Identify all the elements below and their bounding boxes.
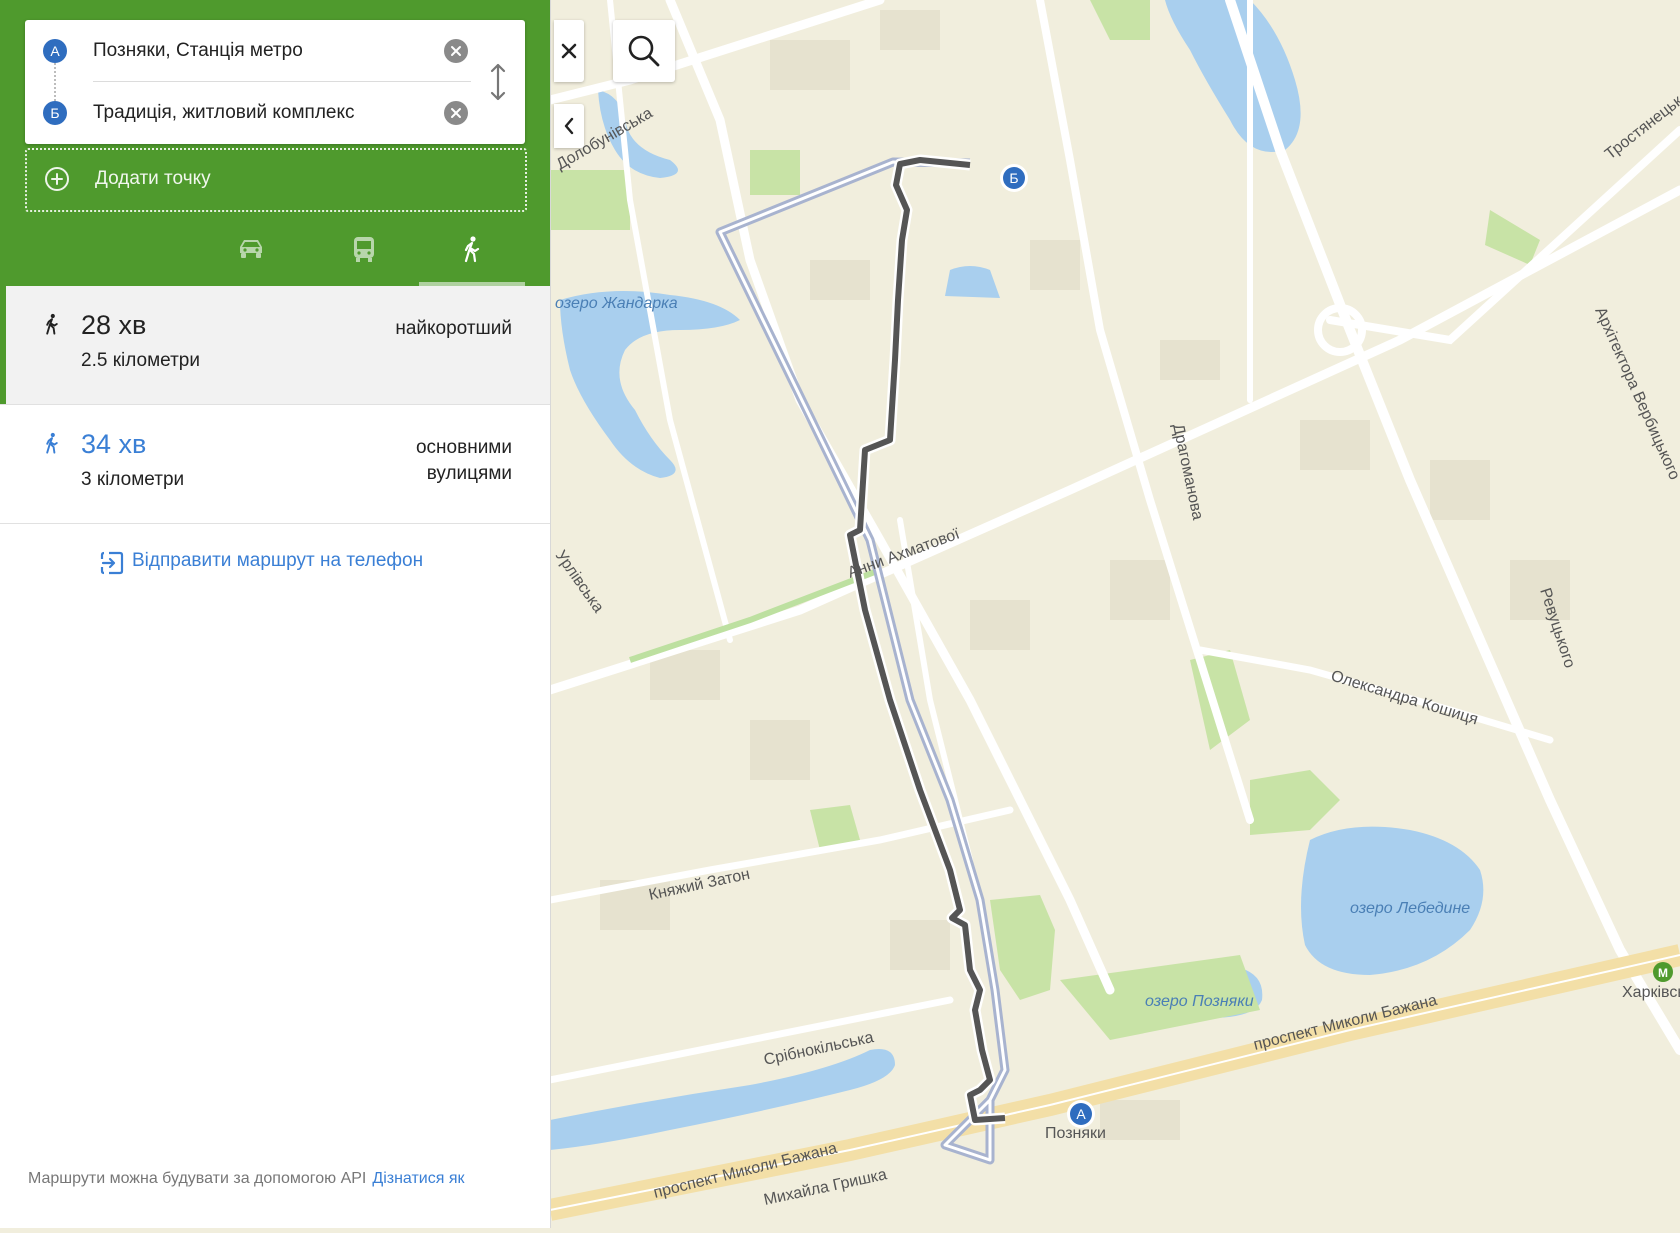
route-tag-line: вулицями	[426, 463, 512, 484]
block	[880, 10, 940, 50]
block	[1110, 560, 1170, 620]
close-route-button[interactable]	[554, 20, 584, 82]
chevron-left-icon	[564, 117, 574, 135]
map-search-button[interactable]	[613, 20, 675, 82]
bus-icon	[354, 237, 374, 262]
block	[1300, 420, 1370, 470]
api-learn-more-link[interactable]: Дізнатися як	[372, 1170, 464, 1187]
tab-car[interactable]	[198, 226, 304, 286]
clear-origin-button[interactable]	[444, 39, 468, 63]
car-icon	[240, 240, 262, 258]
metro-letter: M	[1658, 966, 1668, 980]
block	[810, 260, 870, 300]
api-note: Маршрути можна будувати за допомогою API…	[28, 1170, 465, 1188]
send-to-phone-label: Відправити маршрут на телефон	[132, 550, 424, 571]
walk-icon	[46, 313, 58, 335]
tab-public-transport[interactable]	[311, 226, 417, 286]
route-time: 28 хв	[81, 310, 147, 340]
route-tag-line: основними	[415, 437, 512, 458]
park-small	[750, 150, 800, 195]
marker-b[interactable]: Б	[1000, 164, 1028, 192]
route-time: 34 хв	[81, 429, 147, 459]
destination-marker: Б	[43, 101, 67, 125]
swap-waypoints-button[interactable]	[483, 62, 513, 102]
block	[1100, 1100, 1180, 1140]
add-point-button[interactable]: Додати точку	[25, 148, 527, 212]
search-icon	[628, 35, 660, 67]
block	[1160, 340, 1220, 380]
map-svg[interactable]: Б А M озеро Жандарка озеро Лебедине озер…	[545, 0, 1680, 1228]
api-note-text: Маршрути можна будувати за допомогою API	[28, 1170, 367, 1187]
route-tag: основними вулицями	[312, 435, 512, 487]
route-distance: 2.5 кілометри	[81, 350, 200, 371]
plus-circle-icon	[45, 167, 69, 191]
lake-label: озеро Лебедине	[1350, 900, 1470, 917]
close-circle-icon	[451, 46, 461, 56]
map-canvas[interactable]: Б А M озеро Жандарка озеро Лебедине озер…	[545, 0, 1680, 1228]
add-point-label: Додати точку	[95, 168, 211, 189]
marker-label: Б	[1009, 170, 1018, 186]
block	[1030, 240, 1080, 290]
block	[1430, 460, 1490, 520]
metro-label: Харківська	[1622, 984, 1680, 1001]
origin-field[interactable]: Позняки, Станція метро	[93, 40, 303, 62]
collapse-panel-button[interactable]	[554, 104, 584, 148]
close-icon	[561, 43, 577, 59]
metro-label: Позняки	[1045, 1125, 1106, 1142]
destination-field[interactable]: Традиція, житловий комплекс	[93, 102, 355, 124]
route-sidebar: А Позняки, Станція метро Б Традиція, жит…	[0, 0, 551, 1228]
walk-icon	[464, 236, 480, 263]
metro-icon: M	[1653, 962, 1673, 982]
block	[750, 720, 810, 780]
marker-a[interactable]: А	[1067, 1100, 1095, 1128]
waypoint-card: А Позняки, Станція метро Б Традиція, жит…	[25, 20, 525, 144]
destination-row[interactable]: Б Традиція, житловий комплекс	[25, 82, 495, 144]
origin-marker: А	[43, 39, 67, 63]
block	[970, 600, 1030, 650]
origin-row[interactable]: А Позняки, Станція метро	[25, 20, 495, 82]
block	[890, 920, 950, 970]
park-west	[550, 170, 630, 230]
tab-walk[interactable]	[419, 226, 525, 286]
walk-icon	[46, 432, 58, 454]
close-circle-icon	[451, 108, 461, 118]
block	[770, 40, 850, 90]
send-to-phone-icon	[100, 551, 124, 575]
lake-label: озеро Жандарка	[555, 295, 678, 312]
clear-destination-button[interactable]	[444, 101, 468, 125]
route-option-main-streets[interactable]: 34 хв 3 кілометри основними вулицями	[0, 404, 550, 524]
route-tag: найкоротший	[395, 318, 512, 339]
route-option-shortest[interactable]: 28 хв 2.5 кілометри найкоротший	[0, 286, 550, 404]
marker-label: А	[1076, 1106, 1086, 1122]
route-distance: 3 кілометри	[81, 469, 185, 490]
lake-label: озеро Позняки	[1145, 993, 1254, 1010]
swap-vertical-icon	[490, 63, 506, 101]
route-header: А Позняки, Станція метро Б Традиція, жит…	[0, 0, 550, 286]
